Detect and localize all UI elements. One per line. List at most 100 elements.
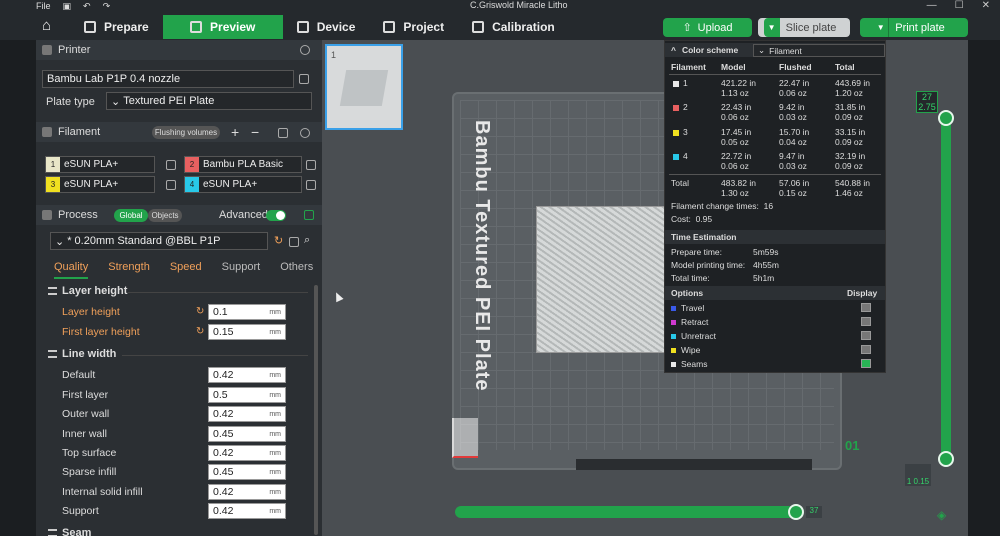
bed-label-text: Bambu Textured PEI Plate xyxy=(471,120,493,392)
undo-icon[interactable]: ↶ xyxy=(83,1,91,12)
save-icon[interactable]: ▣ xyxy=(63,1,72,12)
prepare-time: Prepare time: xyxy=(671,247,723,257)
tab-speed[interactable]: Speed xyxy=(170,261,202,279)
objects-toggle[interactable]: Objects xyxy=(148,209,182,222)
color-swatch xyxy=(673,129,679,136)
bed-brand-strip xyxy=(576,459,812,470)
close-button[interactable]: ✕ xyxy=(982,0,990,11)
collapse-icon[interactable]: ^ xyxy=(671,45,676,55)
sync-icon[interactable] xyxy=(278,128,288,138)
printer-icon xyxy=(42,45,52,55)
add-filament-button[interactable]: + xyxy=(231,124,239,140)
support-line-width-input[interactable]: 0.42 mm xyxy=(208,503,286,519)
first-layer-line-width-input[interactable]: 0.5 mm xyxy=(208,387,286,403)
plate-number: 1 xyxy=(331,50,337,60)
reset-icon[interactable]: ↻ xyxy=(274,234,283,247)
top-bar: File ▣ ↶ ↷ C.Griswold Miracle Litho — ☐ … xyxy=(0,0,1000,40)
edit-icon[interactable] xyxy=(306,180,316,190)
printer-select[interactable]: Bambu Lab P1P 0.4 nozzle xyxy=(42,70,294,88)
default-line-width-input[interactable]: 0.42 mm xyxy=(208,367,286,383)
inner-wall-input[interactable]: 0.45 mm xyxy=(208,426,286,442)
color-swatch xyxy=(673,80,679,87)
edit-icon[interactable] xyxy=(299,74,309,84)
search-icon[interactable]: ⌕ xyxy=(304,234,310,247)
sliced-model[interactable] xyxy=(536,206,666,353)
filament-slot-1[interactable]: 1 eSUN PLA+ xyxy=(45,156,155,173)
top-surface-input[interactable]: 0.42 mm xyxy=(208,445,286,461)
chevron-down-icon[interactable]: ▼ xyxy=(873,18,890,37)
wipe-checkbox[interactable] xyxy=(861,345,871,354)
unretract-checkbox[interactable] xyxy=(861,331,871,340)
device-icon xyxy=(296,21,309,33)
tab-preview[interactable]: Preview xyxy=(162,15,283,39)
layer-slider-bottom-handle[interactable] xyxy=(938,451,954,467)
filament-slot-2[interactable]: 2 Bambu PLA Basic xyxy=(184,156,302,173)
maximize-button[interactable]: ☐ xyxy=(955,0,964,11)
slice-plate-button[interactable]: ▼ Slice plate xyxy=(758,18,850,37)
tab-project[interactable]: Project xyxy=(369,15,458,39)
save-icon[interactable] xyxy=(289,237,299,247)
edit-icon[interactable] xyxy=(306,160,316,170)
layer-marker: 01 xyxy=(845,438,860,453)
compare-icon[interactable] xyxy=(304,210,314,220)
edit-icon[interactable] xyxy=(166,160,176,170)
print-plate-button[interactable]: ▼ Print plate xyxy=(860,18,968,37)
filament-slot-3[interactable]: 3 eSUN PLA+ xyxy=(45,176,155,193)
default-line-width-label: Default xyxy=(62,369,96,381)
seams-checkbox[interactable] xyxy=(861,359,871,368)
top-surface-label: Top surface xyxy=(62,447,117,459)
redo-icon[interactable]: ↷ xyxy=(103,1,111,12)
retract-checkbox[interactable] xyxy=(861,317,871,326)
sidebar-scrollbar[interactable] xyxy=(314,285,318,535)
minimize-button[interactable]: — xyxy=(927,0,937,11)
tab-device[interactable]: Device xyxy=(283,15,370,39)
layer-slider-top-handle[interactable] xyxy=(938,110,954,126)
global-toggle[interactable]: Global xyxy=(114,209,148,222)
tab-prepare[interactable]: Prepare xyxy=(70,15,163,39)
file-menu[interactable]: File xyxy=(36,1,51,11)
color-scheme-select[interactable]: ⌄ Filament xyxy=(753,44,885,57)
filament-row-2: 2 xyxy=(673,102,688,112)
tab-calibration[interactable]: Calibration xyxy=(458,15,569,39)
travel-checkbox[interactable] xyxy=(861,303,871,312)
plate-thumbnail[interactable]: 1 xyxy=(325,44,403,130)
tab-quality[interactable]: Quality xyxy=(54,261,89,279)
sparse-infill-label: Sparse infill xyxy=(62,466,117,478)
filament-row-1: 1 xyxy=(673,78,688,88)
first-layer-height-input[interactable]: 0.15 mm xyxy=(208,324,286,340)
option-travel: Travel xyxy=(681,303,705,313)
move-slider[interactable] xyxy=(455,506,795,518)
move-slider-handle[interactable] xyxy=(788,504,804,520)
sparse-infill-input[interactable]: 0.45 mm xyxy=(208,464,286,480)
flushing-volumes-button[interactable]: Flushing volumes xyxy=(152,126,220,139)
layer-height-input[interactable]: 0.1 mm xyxy=(208,304,286,320)
layers-icon[interactable]: ◈ xyxy=(937,508,946,522)
chevron-down-icon[interactable]: ▼ xyxy=(763,18,780,37)
plate-type-select[interactable]: ⌄ Textured PEI Plate xyxy=(106,92,312,110)
outer-wall-input[interactable]: 0.42 mm xyxy=(208,406,286,422)
tab-others[interactable]: Others xyxy=(280,261,313,279)
filament-row-3: 3 xyxy=(673,127,688,137)
calibration-icon xyxy=(472,21,485,33)
filament-slot-4[interactable]: 4 eSUN PLA+ xyxy=(184,176,302,193)
tab-support[interactable]: Support xyxy=(222,261,261,279)
tab-strength[interactable]: Strength xyxy=(108,261,150,279)
seam-group: Seam xyxy=(48,527,91,536)
upload-button[interactable]: ⇧ Upload xyxy=(663,18,752,37)
home-icon[interactable]: ⌂ xyxy=(42,17,60,35)
edit-icon[interactable] xyxy=(166,180,176,190)
gear-icon[interactable] xyxy=(300,45,310,55)
process-preset-select[interactable]: ⌄ * 0.20mm Standard @BBL P1P xyxy=(50,232,268,250)
reset-icon[interactable]: ↻ xyxy=(196,306,204,317)
remove-filament-button[interactable]: − xyxy=(251,124,259,140)
advanced-switch[interactable] xyxy=(266,210,286,221)
axis-gizmo xyxy=(452,418,478,458)
layers-icon xyxy=(190,21,203,33)
time-estimation-header: Time Estimation xyxy=(665,230,885,244)
internal-solid-infill-input[interactable]: 0.42 mm xyxy=(208,484,286,500)
gear-icon[interactable] xyxy=(300,128,310,138)
window-controls: — ☐ ✕ xyxy=(927,0,990,11)
layer-slider[interactable] xyxy=(938,110,954,467)
color-swatch xyxy=(673,104,679,111)
reset-icon[interactable]: ↻ xyxy=(196,326,204,337)
